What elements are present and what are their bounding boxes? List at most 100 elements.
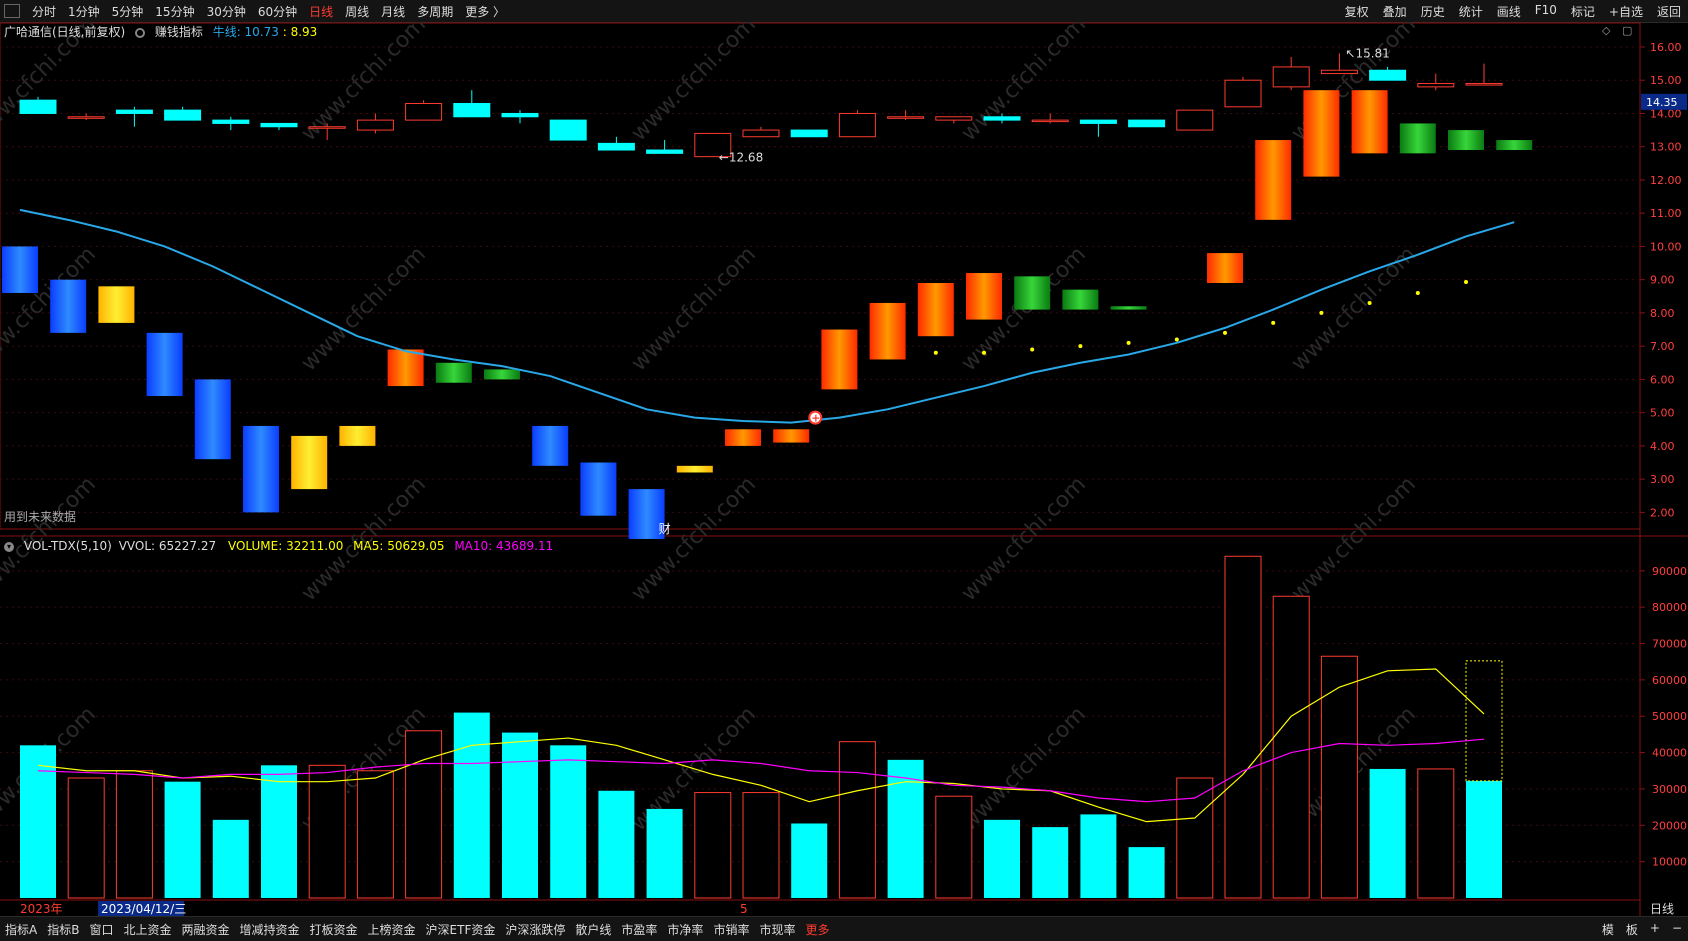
period-tab[interactable]: 15分钟 (149, 3, 200, 20)
price-tick-label: 5.00 (1650, 407, 1675, 420)
toolbar-button[interactable]: 复权 (1338, 3, 1376, 20)
signal-dot (1415, 290, 1420, 295)
indicator-block (1207, 253, 1243, 283)
candle-body (1176, 109, 1214, 131)
bottom-control[interactable]: + (1644, 921, 1666, 938)
bottom-control[interactable]: 模 (1596, 921, 1620, 938)
indicator-tab[interactable]: 上榜资金 (363, 921, 421, 938)
volume-indicator-name[interactable]: VOL-TDX(5,10) (24, 539, 112, 553)
toolbar-button[interactable]: +自选 (1602, 3, 1650, 20)
indicator-block (1062, 289, 1099, 310)
indicator-tab[interactable]: 市盈率 (616, 921, 662, 938)
bottom-control[interactable]: 板 (1620, 921, 1644, 938)
toolbar-button[interactable]: 叠加 (1376, 3, 1414, 20)
indicator-tab[interactable]: 沪深涨跌停 (500, 921, 570, 938)
toolbar-button[interactable]: 画线 (1490, 3, 1528, 20)
period-tab[interactable]: 更多 〉 (459, 3, 511, 20)
candle-body (1369, 69, 1407, 81)
toolbar-button[interactable]: 标记 (1564, 3, 1602, 20)
volume-bar (1080, 814, 1117, 898)
volume-bar (935, 795, 973, 899)
candle-body (453, 102, 491, 118)
cai-marker: 财 (659, 522, 671, 536)
indicator-tab[interactable]: 市净率 (662, 921, 708, 938)
volume-tick-label: 20000 (1652, 819, 1687, 832)
period-tab[interactable]: 日线 (303, 3, 339, 20)
candle-body (1272, 66, 1310, 88)
toolbar-button[interactable]: 历史 (1414, 3, 1452, 20)
watermark-text: www.cfchi.com (1287, 472, 1421, 606)
volume-bar (261, 765, 297, 898)
diamond-icon[interactable]: ◇ (1602, 24, 1610, 37)
low-annotation: ←12.68 (719, 150, 763, 164)
signal-dot (1223, 330, 1227, 335)
price-tick-label: 10.00 (1650, 240, 1682, 253)
volume-bar (646, 808, 683, 898)
signal-dot (1319, 310, 1324, 315)
candle-body (1224, 79, 1262, 108)
bottom-tabbar: 指标A 指标B 窗口 北上资金 两融资金 增减持资金 打板资金 上榜资金 沪深ETF资金 沪深涨跌… (0, 916, 1688, 941)
period-tabs: 分时 1分钟 5分钟 15分钟 30分钟 60分钟 日线 周线 月线 多周期 更多 〉 (26, 3, 511, 20)
period-tab[interactable]: 1分钟 (62, 3, 106, 20)
volume-settings-icon[interactable]: ▾ (4, 541, 14, 552)
indicator-tabs: 指标A 指标B 窗口 北上资金 两融资金 增减持资金 打板资金 上榜资金 沪深ETF资金 沪深涨跌… (0, 921, 834, 938)
toolbar-button[interactable]: 返回 (1650, 3, 1688, 20)
volume-bar (550, 745, 587, 898)
period-tab[interactable]: 多周期 (411, 3, 459, 20)
period-tab[interactable]: 月线 (375, 3, 411, 20)
indicator-tab[interactable]: 散户线 (570, 921, 616, 938)
indicator-tab[interactable]: 指标B (42, 921, 84, 938)
indicator-tab[interactable]: 更多 (800, 921, 834, 938)
volume-bar (838, 741, 876, 899)
volume-tick-label: 10000 (1652, 856, 1687, 869)
indicator-tab[interactable]: 市现率 (754, 921, 800, 938)
indicator-tab[interactable]: 增减持资金 (235, 921, 305, 938)
volume-value: VOLUME: 32211.00 (227, 539, 344, 553)
indicator-tab[interactable]: 沪深ETF资金 (421, 921, 501, 938)
settings-circle-icon[interactable]: ● (135, 27, 146, 38)
period-tab[interactable]: 30分钟 (201, 3, 252, 20)
price-tick-label: 2.00 (1650, 506, 1675, 519)
period-tab[interactable]: 周线 (339, 3, 375, 20)
indicator-block (821, 329, 858, 390)
candle-body (983, 116, 1021, 121)
stock-chart[interactable]: www.cfchi.com www.cfchi.com www.cfchi.com w… (0, 22, 1688, 916)
indicator-block (194, 379, 231, 460)
volume-bar (984, 819, 1020, 898)
period-tab[interactable]: 5分钟 (106, 3, 150, 20)
volume-bar (67, 777, 105, 899)
candle-body (356, 119, 394, 131)
watermark-text: www.cfchi.com (957, 472, 1091, 606)
volume-tick-label: 40000 (1652, 747, 1687, 760)
indicator-tab[interactable]: 两融资金 (176, 921, 234, 938)
window-icon[interactable] (4, 4, 20, 18)
toolbar-button[interactable]: F10 (1528, 3, 1564, 20)
bottom-control[interactable]: − (1666, 921, 1688, 938)
volume-tick-label: 60000 (1652, 674, 1687, 687)
price-tick-label: 12.00 (1650, 174, 1682, 187)
period-tab[interactable]: 分时 (26, 3, 62, 20)
bull-line (19, 208, 1515, 424)
top-toolbar: 分时 1分钟 5分钟 15分钟 30分钟 60分钟 日线 周线 月线 多周期 更多 〉 复权 叠加 历史… (0, 0, 1688, 23)
indicator-block (146, 332, 183, 397)
candle-body (887, 116, 925, 119)
candle-body (1031, 119, 1069, 123)
indicator-block (1399, 123, 1436, 154)
indicator-block (1496, 140, 1533, 151)
ma5-value: MA5: 50629.05 (353, 539, 445, 553)
indicator-tab[interactable]: 市销率 (708, 921, 754, 938)
indicator-tab[interactable]: 窗口 (84, 921, 118, 938)
toolbar-button[interactable]: 统计 (1452, 3, 1490, 20)
volume-bar (164, 781, 201, 898)
indicator-tab[interactable]: 打板资金 (305, 921, 363, 938)
indicator-block (435, 362, 472, 383)
indicator-tab[interactable]: 指标A (0, 921, 42, 938)
period-tab[interactable]: 60分钟 (252, 3, 303, 20)
candle-body (115, 109, 153, 114)
indicator-name[interactable]: 赚钱指标 (155, 25, 203, 39)
maximize-icon[interactable]: ▢ (1622, 24, 1632, 37)
indicator-tab[interactable]: 北上资金 (118, 921, 176, 938)
volume-bar (1032, 827, 1069, 898)
signal-dot (1030, 347, 1035, 352)
year-label: 2023年 (20, 902, 63, 916)
